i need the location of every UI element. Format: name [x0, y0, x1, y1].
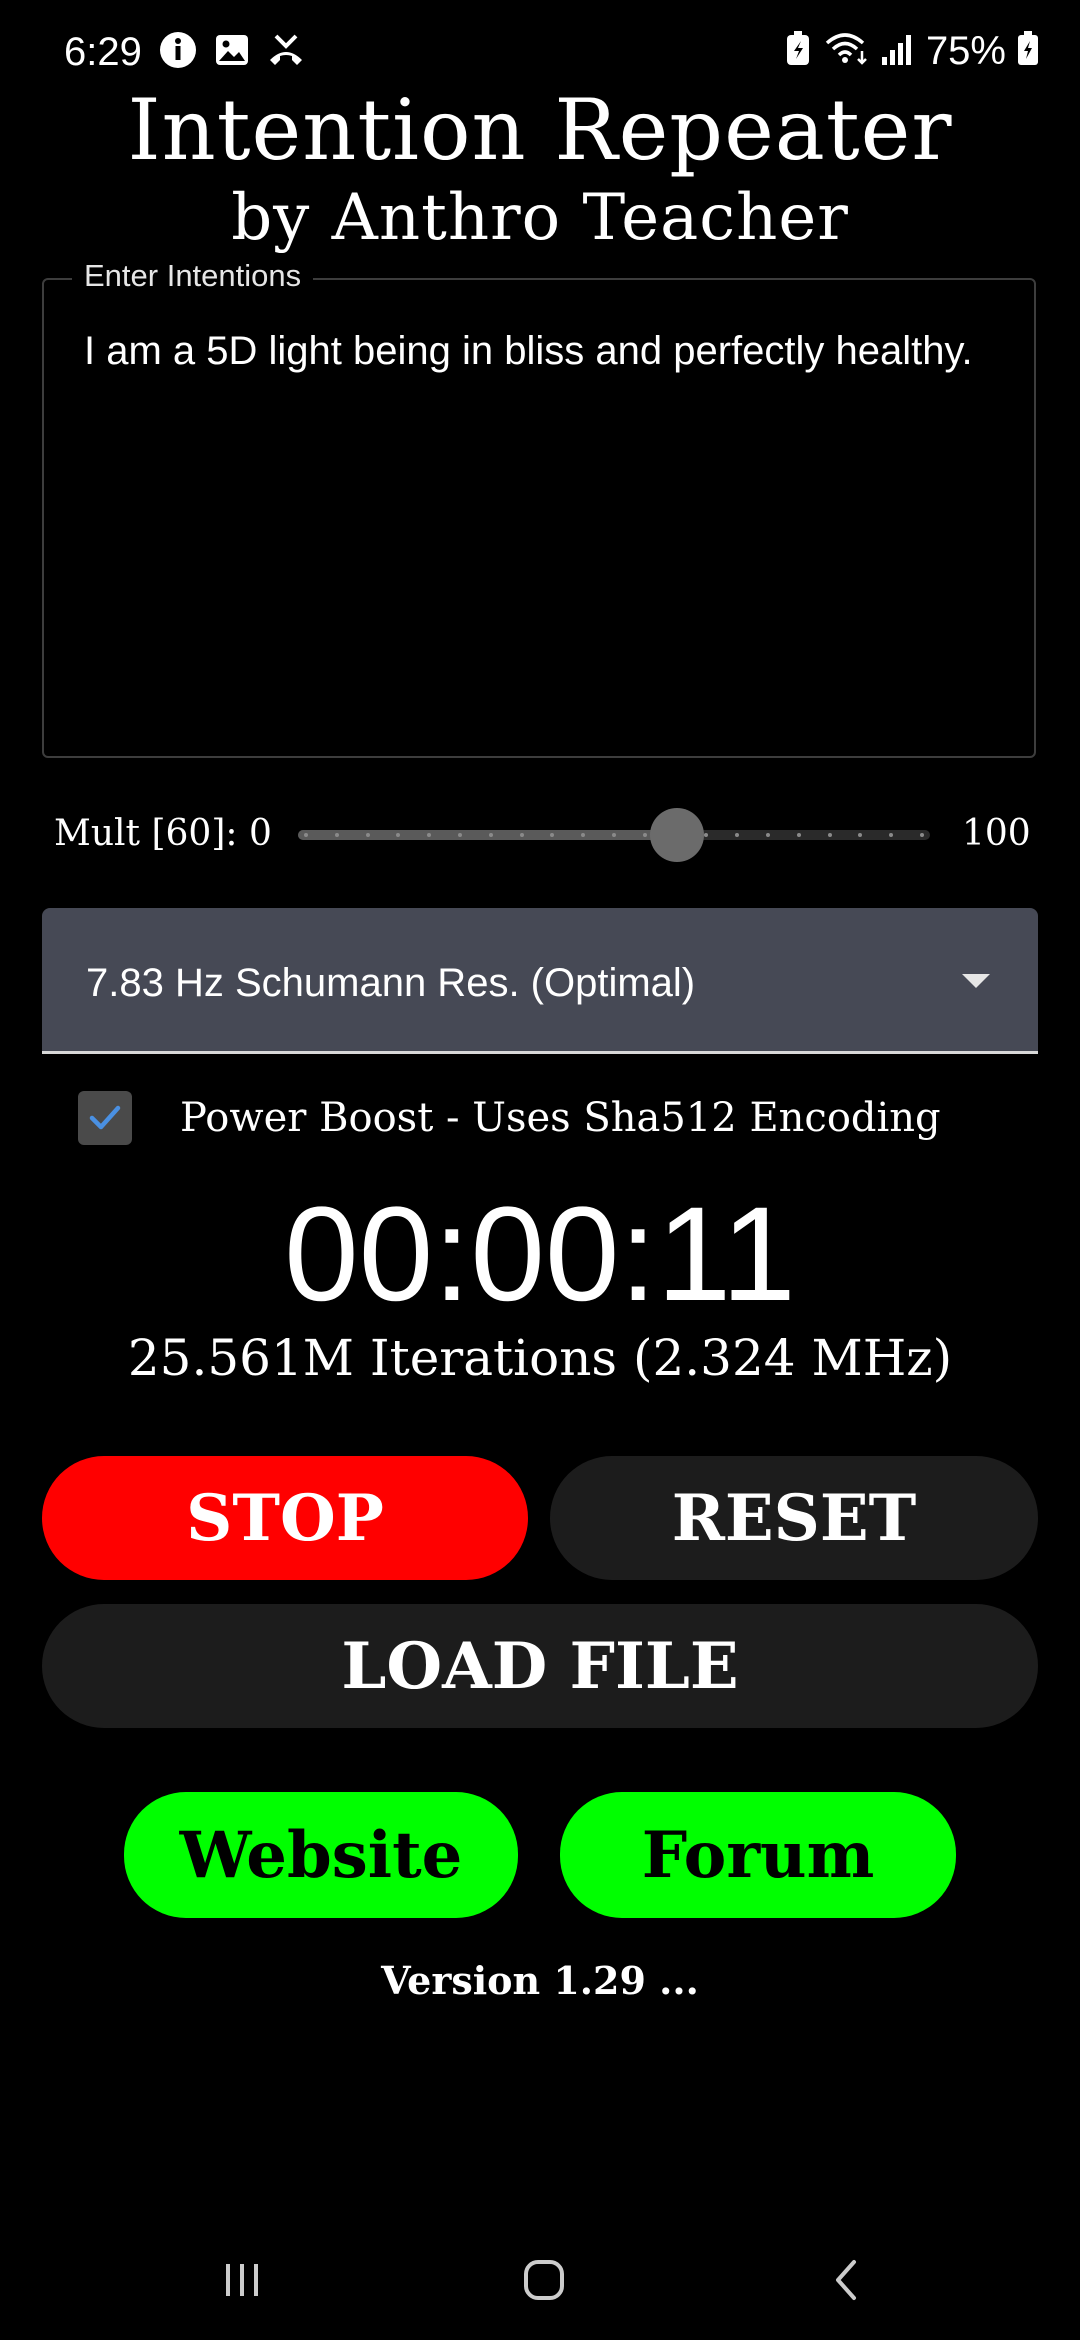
version-label: Version 1.29 ... — [381, 1958, 699, 2003]
slider-tick — [704, 833, 709, 837]
power-boost-checkbox[interactable] — [78, 1091, 132, 1145]
battery-icon — [1016, 29, 1040, 74]
battery-saver-icon — [784, 29, 814, 74]
slider-tick — [488, 833, 493, 837]
slider-tick — [735, 833, 740, 837]
slider-tick — [519, 833, 524, 837]
slider-tick — [457, 833, 462, 837]
slider-tick — [827, 833, 832, 837]
slider-tick — [550, 833, 555, 837]
multiplier-max-label: 100 — [962, 813, 1031, 854]
back-icon[interactable] — [788, 2220, 908, 2340]
stop-button[interactable]: STOP — [42, 1456, 528, 1580]
image-icon — [212, 30, 252, 75]
notification-icons — [158, 30, 306, 75]
app-subtitle: by Anthro Teacher — [231, 181, 849, 255]
slider-tick — [334, 833, 339, 837]
slider-ticks — [298, 830, 930, 840]
slider-tick — [581, 833, 586, 837]
wifi-icon — [824, 29, 870, 74]
status-time: 6:29 — [64, 30, 142, 74]
info-icon — [158, 30, 198, 75]
slider-tick — [796, 833, 801, 837]
frequency-dropdown[interactable]: 7.83 Hz Schumann Res. (Optimal) — [42, 908, 1038, 1054]
intentions-text[interactable]: I am a 5D light being in bliss and perfe… — [84, 320, 984, 382]
elapsed-timer: 00:00:11 — [284, 1180, 796, 1329]
load-file-button[interactable]: LOAD FILE — [42, 1604, 1038, 1728]
forum-button[interactable]: Forum — [560, 1792, 956, 1918]
missed-call-icon — [266, 30, 306, 75]
app-title: Intention Repeater — [127, 81, 953, 179]
power-boost-label[interactable]: Power Boost - Uses Sha512 Encoding — [180, 1092, 941, 1144]
frequency-selected: 7.83 Hz Schumann Res. (Optimal) — [86, 961, 696, 1005]
slider-tick — [642, 833, 647, 837]
battery-percent: 75% — [925, 29, 1006, 73]
reset-button[interactable]: RESET — [550, 1456, 1038, 1580]
intentions-label: Enter Intentions — [72, 258, 314, 294]
slider-tick — [765, 833, 770, 837]
slider-tick — [427, 833, 432, 837]
system-nav-bar — [0, 2220, 1080, 2340]
signal-icon — [880, 29, 916, 74]
multiplier-label: Mult [60]: 0 — [54, 813, 272, 854]
slider-tick — [304, 833, 308, 837]
system-status-icons: 75% — [784, 26, 1040, 76]
chevron-down-icon — [962, 974, 990, 988]
slider-tick — [396, 833, 401, 837]
slider-tick — [365, 833, 370, 837]
check-icon — [89, 1105, 121, 1130]
slider-thumb[interactable] — [650, 808, 705, 862]
iterations-readout: 25.561M Iterations (2.324 MHz) — [127, 1329, 953, 1387]
slider-tick — [889, 833, 894, 837]
slider-tick — [611, 833, 616, 837]
home-icon[interactable] — [484, 2220, 604, 2340]
recent-apps-icon[interactable] — [182, 2220, 302, 2340]
slider-tick — [919, 833, 924, 837]
website-button[interactable]: Website — [124, 1792, 518, 1918]
multiplier-slider[interactable] — [298, 830, 930, 840]
slider-tick — [858, 833, 863, 837]
